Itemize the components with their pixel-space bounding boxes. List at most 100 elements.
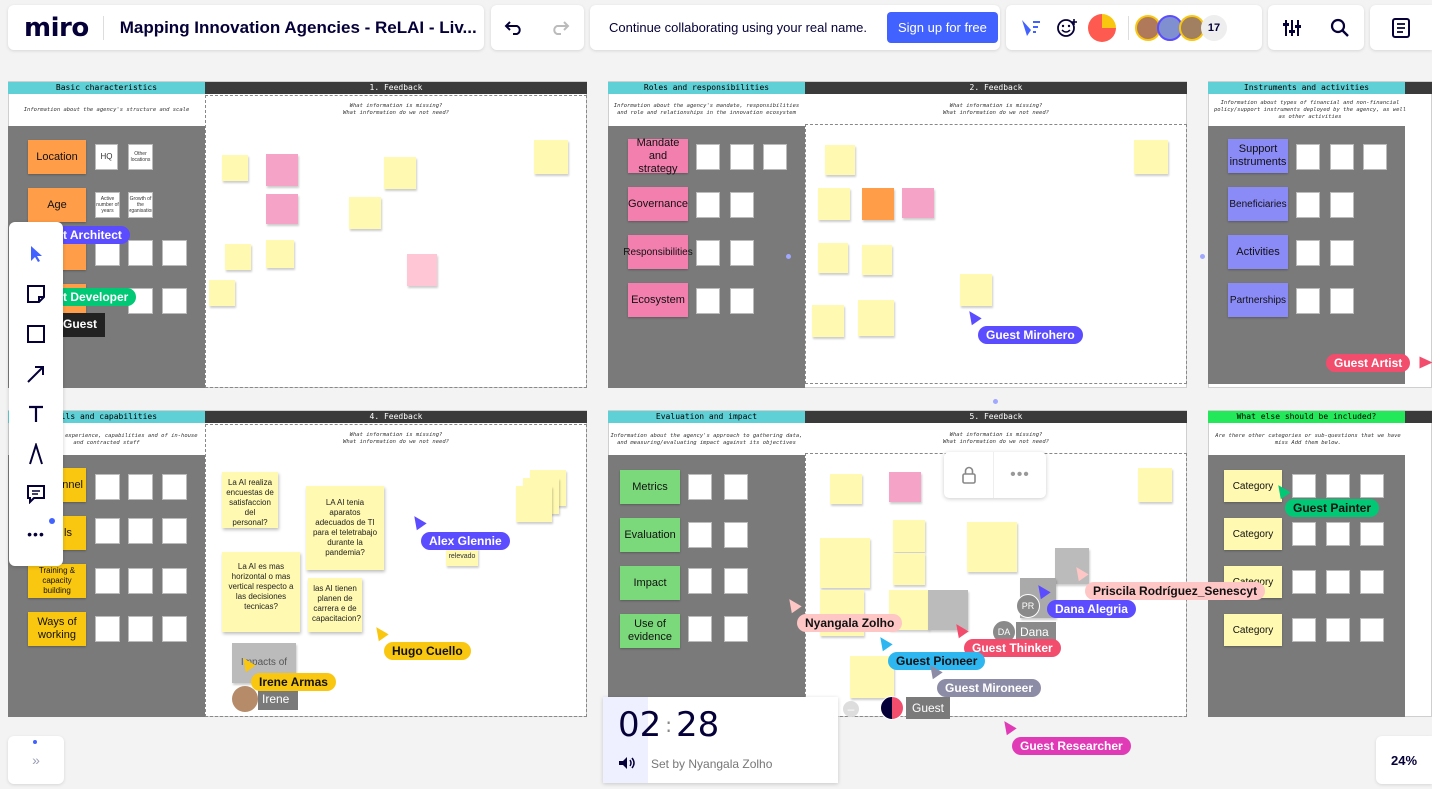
timer-widget[interactable]: 02 : 28 Set by Nyangala Zolho	[603, 697, 838, 783]
label-activities[interactable]: Activities	[1228, 235, 1288, 269]
board-title[interactable]: Mapping Innovation Agencies - ReLAI - Li…	[120, 18, 477, 38]
mini-card[interactable]	[1363, 144, 1387, 170]
label-location[interactable]: Location	[28, 140, 86, 174]
mini-card[interactable]: HQ	[95, 144, 118, 170]
label-responsibilities[interactable]: Responsibilities	[623, 235, 693, 269]
mini-card[interactable]	[688, 616, 712, 642]
sticky-note[interactable]	[349, 197, 381, 229]
mini-card[interactable]	[730, 240, 754, 266]
label-category[interactable]: Category	[1224, 470, 1282, 502]
mini-card[interactable]	[95, 518, 120, 544]
sticky-note[interactable]	[266, 154, 298, 186]
sticky-note[interactable]	[209, 280, 235, 306]
mini-card[interactable]	[730, 288, 754, 314]
mini-card[interactable]	[1330, 240, 1354, 266]
mini-card[interactable]	[1330, 192, 1354, 218]
sticky-note[interactable]	[830, 474, 862, 504]
connector-dot[interactable]	[1200, 254, 1205, 259]
sticky-note[interactable]	[384, 157, 416, 189]
sticky-note[interactable]	[516, 486, 552, 522]
undo-icon[interactable]	[491, 5, 537, 50]
mini-card[interactable]	[696, 144, 720, 170]
label-ways-of-working[interactable]: Ways of working	[28, 612, 86, 646]
sticky-note[interactable]	[818, 188, 850, 220]
label-ecosystem[interactable]: Ecosystem	[628, 283, 688, 317]
sticky-note[interactable]: las AI tienen planen de carrera e de cap…	[308, 578, 362, 632]
label-beneficiaries[interactable]: Beneficiaries	[1228, 187, 1288, 221]
mini-card[interactable]	[696, 192, 720, 218]
label-age[interactable]: Age	[28, 188, 86, 222]
mini-card[interactable]	[724, 616, 748, 642]
mini-card[interactable]	[1292, 474, 1316, 498]
mini-card[interactable]	[1360, 522, 1384, 546]
sticky-note[interactable]	[893, 520, 925, 552]
mini-card[interactable]	[730, 144, 754, 170]
mini-card[interactable]	[724, 474, 748, 500]
sticky-note[interactable]	[858, 300, 894, 336]
label-support-instruments[interactable]: Support instruments	[1228, 139, 1288, 173]
mini-card[interactable]	[1330, 144, 1354, 170]
connector-tool[interactable]	[9, 356, 63, 392]
sticky-note[interactable]	[266, 240, 294, 268]
sticky-note[interactable]: LA AI tenia aparatos adecuados de TI par…	[306, 486, 384, 570]
lock-icon[interactable]	[944, 452, 994, 498]
mini-card[interactable]	[1326, 618, 1350, 642]
sticky-note[interactable]	[222, 155, 248, 181]
mini-card[interactable]	[1296, 240, 1320, 266]
sticky-note[interactable]	[1055, 548, 1089, 584]
mini-card[interactable]	[128, 616, 153, 642]
sticky-note[interactable]	[967, 522, 1017, 572]
mini-card[interactable]	[688, 522, 712, 548]
mini-card[interactable]	[1292, 618, 1316, 642]
sticky-note[interactable]	[820, 538, 870, 588]
signup-button[interactable]: Sign up for free	[887, 12, 998, 43]
mini-card[interactable]	[128, 240, 153, 266]
mini-card[interactable]	[128, 568, 153, 594]
label-metrics[interactable]: Metrics	[620, 470, 680, 504]
sticky-note[interactable]: La AI es mas horizontal o mas vertical r…	[222, 552, 300, 632]
more-icon[interactable]: •••	[994, 452, 1046, 498]
sticky-note[interactable]	[889, 472, 921, 502]
sticky-note-tool[interactable]	[9, 276, 63, 312]
label-category[interactable]: Category	[1224, 614, 1282, 646]
sound-icon[interactable]	[617, 755, 637, 771]
sticky-note[interactable]	[902, 188, 934, 218]
label-training[interactable]: Training & capacity building	[28, 564, 86, 598]
text-tool[interactable]	[9, 396, 63, 432]
sticky-note[interactable]	[1134, 140, 1168, 174]
sticky-note[interactable]	[818, 243, 848, 273]
mini-card[interactable]	[730, 192, 754, 218]
avatar[interactable]: PR	[1016, 594, 1040, 618]
mini-card[interactable]	[1326, 522, 1350, 546]
mini-card[interactable]	[128, 474, 153, 500]
mini-card[interactable]	[95, 474, 120, 500]
sticky-note[interactable]	[225, 244, 251, 270]
reaction-icon[interactable]	[1050, 5, 1084, 50]
mini-card[interactable]	[1330, 288, 1354, 314]
sticky-note[interactable]	[862, 245, 892, 275]
search-icon[interactable]	[1316, 5, 1364, 50]
mini-card[interactable]	[688, 568, 712, 594]
participant-count[interactable]: 17	[1201, 14, 1227, 41]
select-tool[interactable]	[9, 236, 63, 272]
sticky-note[interactable]	[1138, 468, 1172, 502]
label-partnerships[interactable]: Partnerships	[1228, 283, 1288, 317]
mini-card[interactable]	[1326, 474, 1350, 498]
label-impact[interactable]: Impact	[620, 566, 680, 600]
pen-tool[interactable]	[9, 436, 63, 472]
sticky-note[interactable]	[960, 274, 992, 306]
redo-icon[interactable]	[537, 5, 583, 50]
mini-card[interactable]	[763, 144, 787, 170]
comment-tool[interactable]	[9, 476, 63, 512]
sticky-note[interactable]	[812, 305, 844, 337]
avatar[interactable]	[232, 686, 258, 712]
zoom-control[interactable]: 24%	[1376, 736, 1432, 784]
sticky-note[interactable]: relevado	[446, 548, 478, 566]
connector-dot[interactable]	[786, 254, 791, 259]
connector-dot[interactable]	[993, 399, 998, 404]
mini-card[interactable]	[162, 616, 187, 642]
label-mandate[interactable]: Mandate and strategy	[628, 137, 688, 175]
mini-card[interactable]	[724, 522, 748, 548]
mini-card[interactable]	[1292, 570, 1316, 594]
avatar[interactable]	[880, 696, 904, 720]
